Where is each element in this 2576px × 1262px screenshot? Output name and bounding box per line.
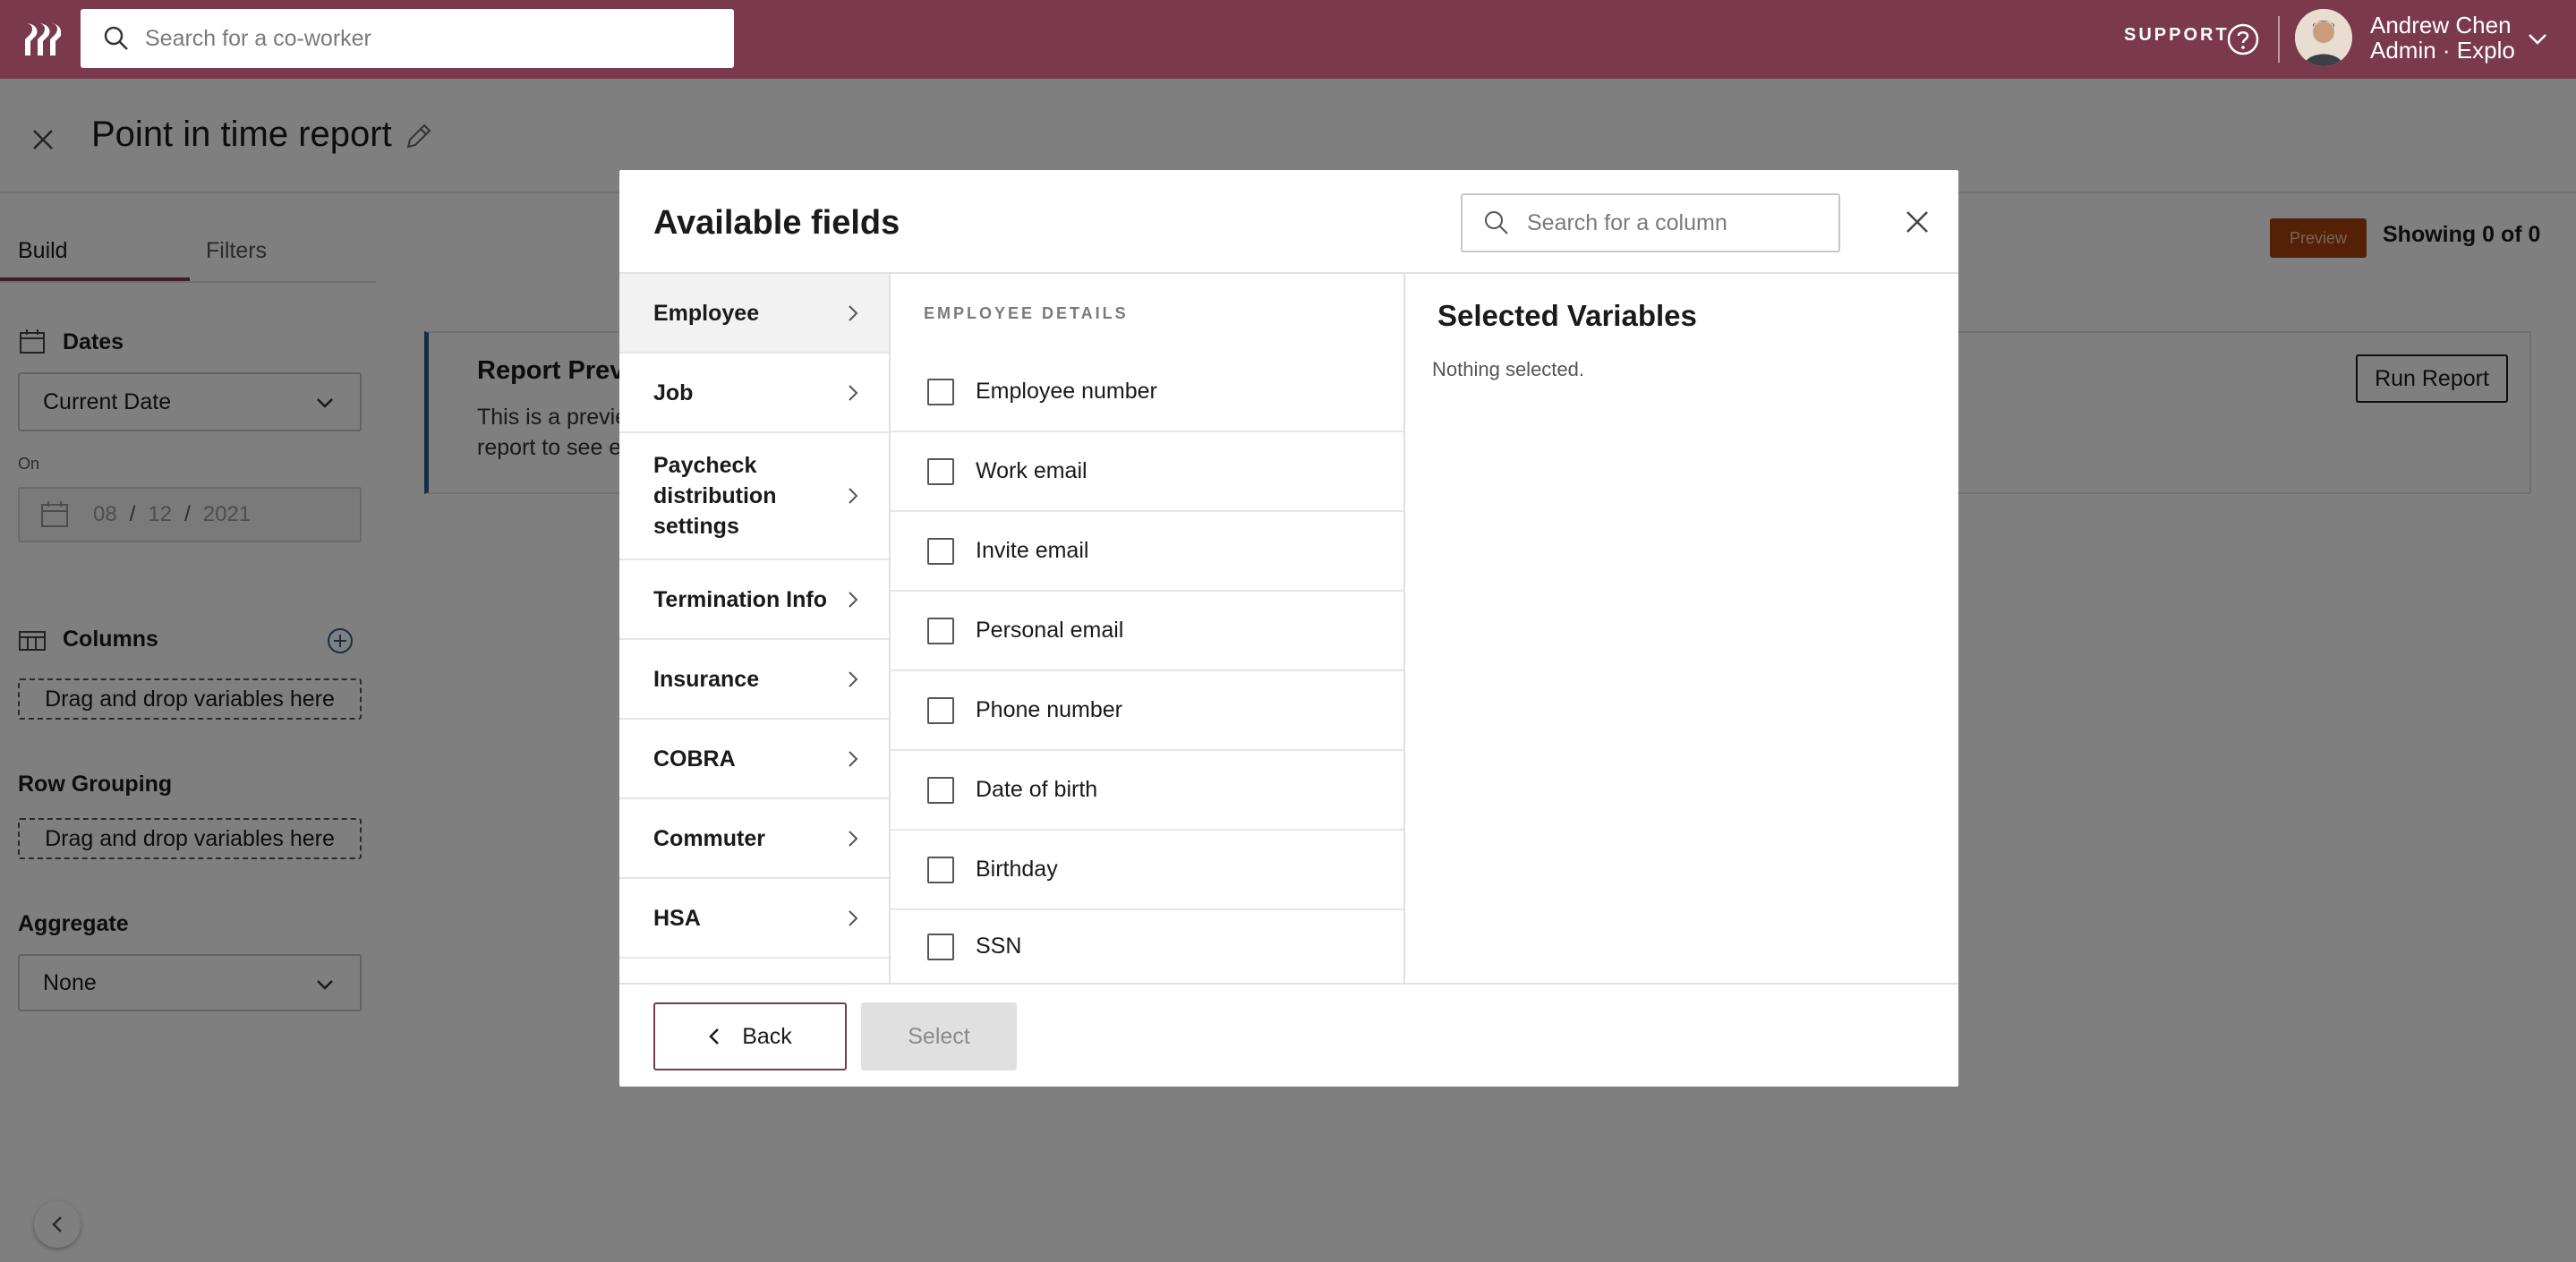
search-icon [1485, 211, 1508, 234]
support-link[interactable]: SUPPORT [2124, 25, 2230, 46]
chevron-right-icon [849, 830, 858, 847]
chevron-down-icon[interactable] [2526, 29, 2549, 48]
category-label: COBRA [653, 746, 736, 772]
category-commuter[interactable]: Commuter [619, 799, 890, 879]
field-checkbox[interactable] [927, 457, 954, 485]
chevron-right-icon [849, 750, 858, 767]
user-name[interactable]: Andrew Chen [2370, 12, 2512, 39]
chevron-left-icon [709, 1028, 720, 1045]
field-label: SSN [976, 934, 1022, 959]
chevron-right-icon [849, 670, 858, 687]
chevron-right-icon [849, 488, 858, 504]
category-job[interactable]: Job [619, 354, 890, 433]
field-birthday[interactable]: Birthday [890, 831, 1403, 910]
field-checkbox[interactable] [927, 696, 954, 724]
field-label: Work email [976, 458, 1088, 483]
category-paycheck-distribution-settings[interactable]: Paycheck distribution settings [619, 433, 890, 560]
rippling-logo-icon[interactable] [23, 21, 61, 57]
category-label: Commuter [653, 825, 766, 851]
select-button[interactable]: Select [861, 1002, 1017, 1070]
field-date-of-birth[interactable]: Date of birth [890, 751, 1403, 831]
coworker-search[interactable] [81, 9, 734, 68]
field-checkbox[interactable] [927, 378, 954, 405]
close-icon[interactable] [1903, 208, 1932, 236]
column-search-input[interactable] [1527, 209, 1822, 236]
modal-title: Available fields [653, 204, 900, 242]
select-button-label: Select [908, 1023, 970, 1049]
category-insurance[interactable]: Insurance [619, 640, 890, 720]
field-label: Invite email [976, 538, 1089, 563]
field-checkbox[interactable] [927, 537, 954, 565]
chevron-right-icon [849, 909, 858, 926]
field-employee-number[interactable]: Employee number [890, 353, 1403, 432]
topbar-divider [2278, 16, 2280, 63]
field-label: Phone number [976, 697, 1123, 722]
help-icon[interactable] [2226, 22, 2260, 56]
fields-column-divider [1403, 274, 1405, 983]
coworker-search-input[interactable] [145, 25, 682, 52]
chevron-right-icon [849, 304, 858, 321]
chevron-right-icon [849, 591, 858, 608]
top-navigation-bar: SUPPORT Andrew Chen Admin · Explo [0, 0, 2576, 79]
avatar[interactable] [2295, 9, 2352, 66]
fields-section-heading: EMPLOYEE DETAILS [924, 304, 1129, 322]
field-ssn[interactable]: SSN [890, 910, 1403, 983]
field-checkbox[interactable] [927, 856, 954, 883]
field-personal-email[interactable]: Personal email [890, 592, 1403, 671]
field-phone-number[interactable]: Phone number [890, 671, 1403, 751]
user-role[interactable]: Admin · Explo [2370, 37, 2515, 64]
category-label: Employee [653, 300, 760, 326]
user-photo-icon [2295, 9, 2352, 66]
field-label: Personal email [976, 618, 1124, 643]
field-invite-email[interactable]: Invite email [890, 512, 1403, 592]
category-termination-info[interactable]: Termination Info [619, 560, 890, 640]
category-label: Job [653, 379, 694, 405]
field-work-email[interactable]: Work email [890, 432, 1403, 512]
category-list: Employee Job Paycheck distribution setti… [619, 274, 890, 983]
category-cobra[interactable]: COBRA [619, 720, 890, 799]
chevron-right-icon [849, 384, 858, 401]
available-fields-modal: Available fields Employee Job Paycheck d… [619, 170, 1958, 1087]
category-label: HSA [653, 905, 701, 931]
selected-variables-empty: Nothing selected. [1432, 358, 1584, 380]
category-employee[interactable]: Employee [619, 274, 890, 354]
selected-variables-title: Selected Variables [1437, 299, 1697, 332]
field-checkbox[interactable] [927, 776, 954, 804]
back-button-label: Back [742, 1023, 792, 1049]
field-label: Birthday [976, 857, 1058, 882]
field-checkbox[interactable] [927, 933, 954, 960]
category-label: Paycheck distribution settings [653, 453, 777, 539]
modal-footer-divider [619, 983, 1958, 985]
back-button[interactable]: Back [653, 1002, 847, 1070]
search-icon [104, 26, 128, 50]
field-checkbox[interactable] [927, 617, 954, 644]
category-label: Termination Info [653, 586, 827, 612]
field-label: Employee number [976, 379, 1157, 404]
column-search[interactable] [1461, 193, 1840, 252]
category-label: Insurance [653, 666, 760, 692]
category-hsa[interactable]: HSA [619, 879, 890, 959]
field-label: Date of birth [976, 777, 1098, 802]
